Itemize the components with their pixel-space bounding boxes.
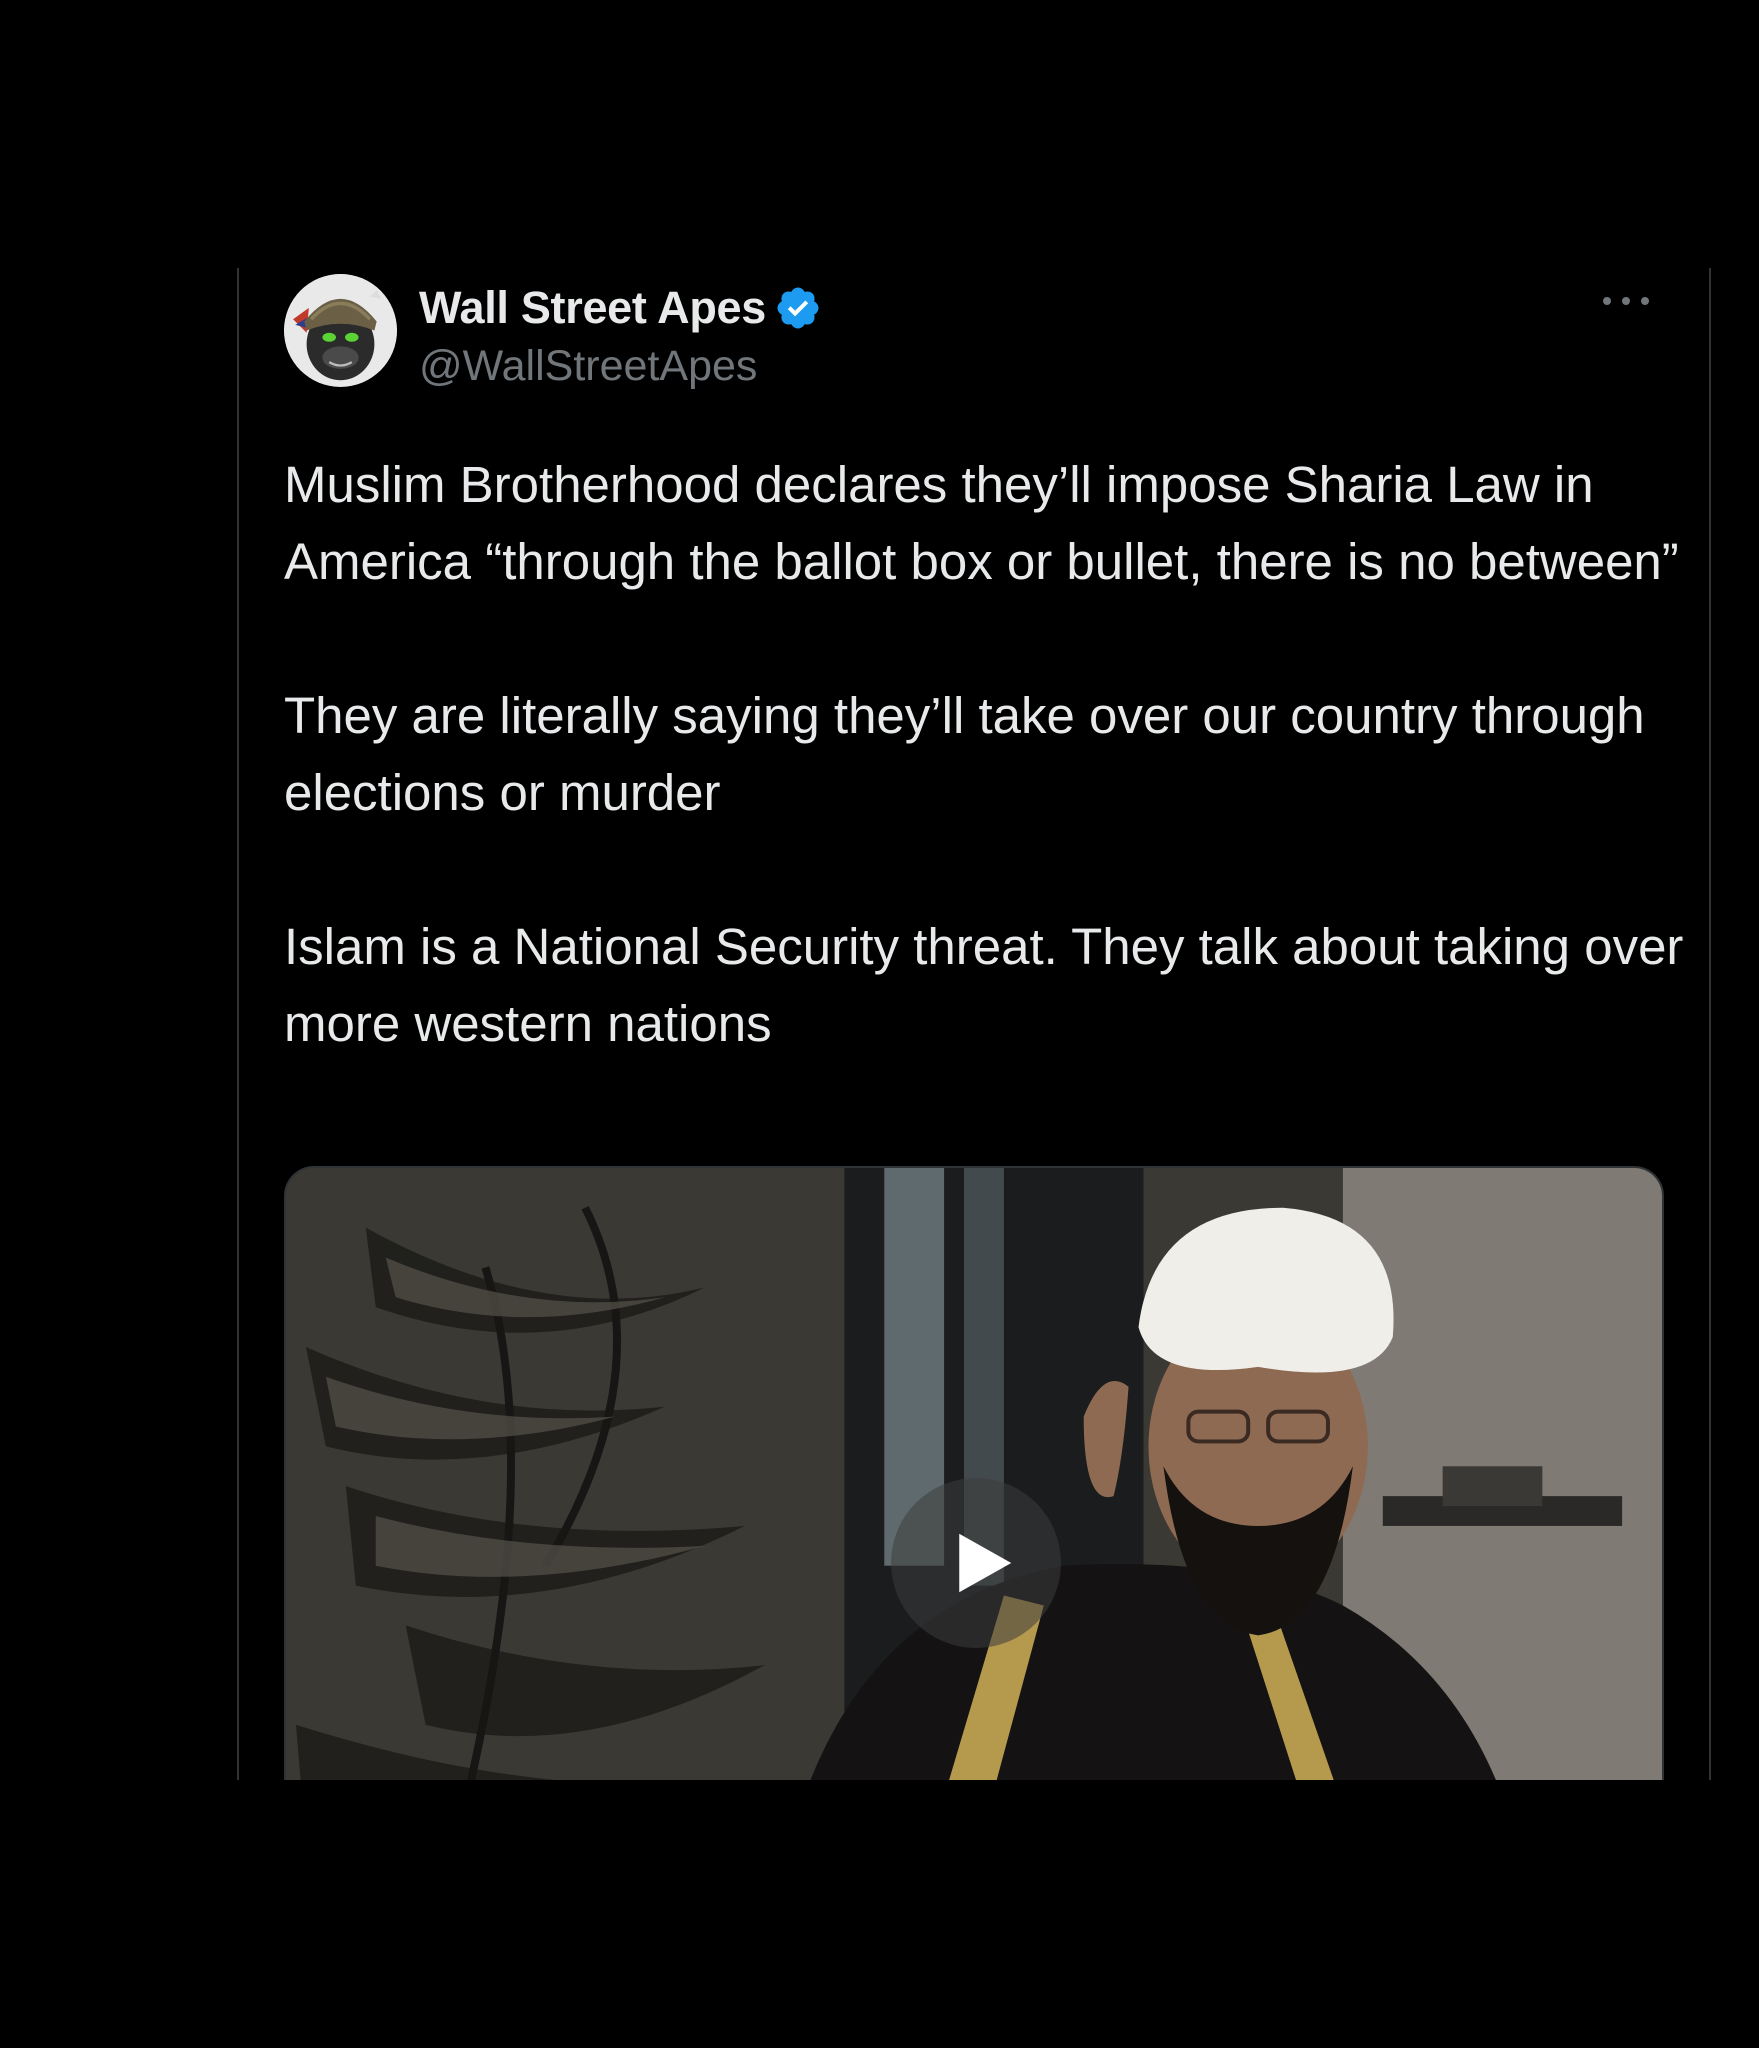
screen: Wall Street Apes @WallStreetApes Muslim … [0, 0, 1759, 2048]
video-thumbnail[interactable] [284, 1166, 1664, 1780]
dot [1622, 297, 1630, 305]
dot [1641, 297, 1649, 305]
tweet-card[interactable]: Wall Street Apes @WallStreetApes Muslim … [237, 268, 1711, 1780]
author-display-name[interactable]: Wall Street Apes [419, 282, 766, 334]
tweet-paragraph: Islam is a National Security threat. The… [284, 918, 1684, 1052]
ellipsis-icon[interactable] [1603, 288, 1649, 314]
play-icon [959, 1533, 1012, 1593]
play-button[interactable] [891, 1478, 1061, 1648]
video-frame-image [286, 1168, 1662, 1780]
tweet-text: Muslim Brotherhood declares they’ll impo… [284, 446, 1684, 1062]
dot [1603, 297, 1611, 305]
verified-badge-icon [774, 284, 822, 332]
author-name-row: Wall Street Apes [419, 278, 822, 338]
tweet-paragraph: Muslim Brotherhood declares they’ll impo… [284, 456, 1679, 590]
avatar[interactable] [284, 274, 397, 387]
helmeted-ape-avatar-icon [284, 274, 397, 387]
author-handle[interactable]: @WallStreetApes [419, 342, 757, 391]
tweet-paragraph: They are literally saying they’ll take o… [284, 687, 1645, 821]
